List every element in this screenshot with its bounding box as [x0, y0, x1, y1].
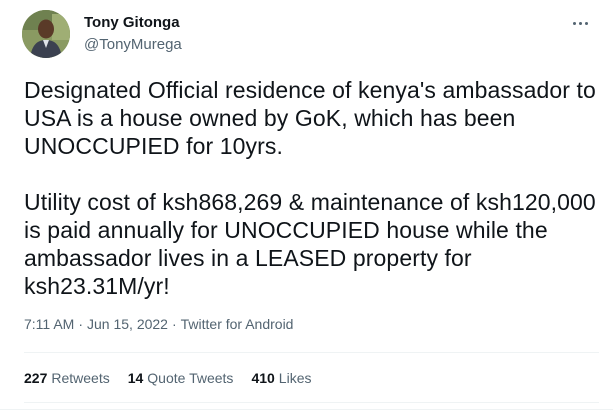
retweets-label: Retweets: [51, 370, 110, 386]
tweet-text: Designated Official residence of kenya's…: [24, 76, 599, 300]
more-horizontal-icon-dot: [578, 21, 582, 25]
meta-separator: ·: [78, 316, 83, 332]
likes-stat-link[interactable]: 410 Likes: [251, 370, 311, 386]
avatar[interactable]: [22, 10, 70, 58]
author-handle[interactable]: @TonyMurega: [84, 36, 182, 53]
meta-separator: ·: [171, 316, 177, 332]
more-horizontal-icon-dot: [584, 21, 588, 25]
quote-tweets-label: Quote Tweets: [147, 370, 234, 386]
tweet-source-link[interactable]: Twitter for Android: [181, 316, 294, 332]
tweet-time-link[interactable]: 7:11 AM: [24, 316, 74, 332]
quote-tweets-count: 14: [127, 370, 144, 386]
tweet-card: Tony Gitonga @TonyMurega Designated Offi…: [0, 0, 613, 410]
tweet-meta: 7:11 AM · Jun 15, 2022 · Twitter for Android: [24, 316, 293, 332]
likes-label: Likes: [278, 370, 312, 386]
more-options-button[interactable]: [566, 12, 594, 34]
more-horizontal-icon: [572, 21, 576, 25]
tweet-paragraph: Designated Official residence of kenya's…: [24, 77, 596, 159]
quote-tweets-stat-link[interactable]: 14 Quote Tweets: [128, 370, 234, 386]
retweets-count: 227: [24, 370, 48, 386]
profile-photo-icon: [22, 10, 70, 58]
retweets-stat-link[interactable]: 227 Retweets: [24, 370, 110, 386]
author-display-name[interactable]: Tony Gitonga: [84, 14, 180, 31]
tweet-date-link[interactable]: Jun 15, 2022: [87, 316, 168, 332]
tweet-paragraph: Utility cost of ksh868,269 & maintenance…: [24, 189, 596, 299]
divider: [24, 402, 599, 403]
tweet-stats: 227 Retweets 14 Quote Tweets 410 Likes: [24, 370, 329, 386]
divider: [24, 352, 599, 353]
likes-count: 410: [251, 370, 275, 386]
